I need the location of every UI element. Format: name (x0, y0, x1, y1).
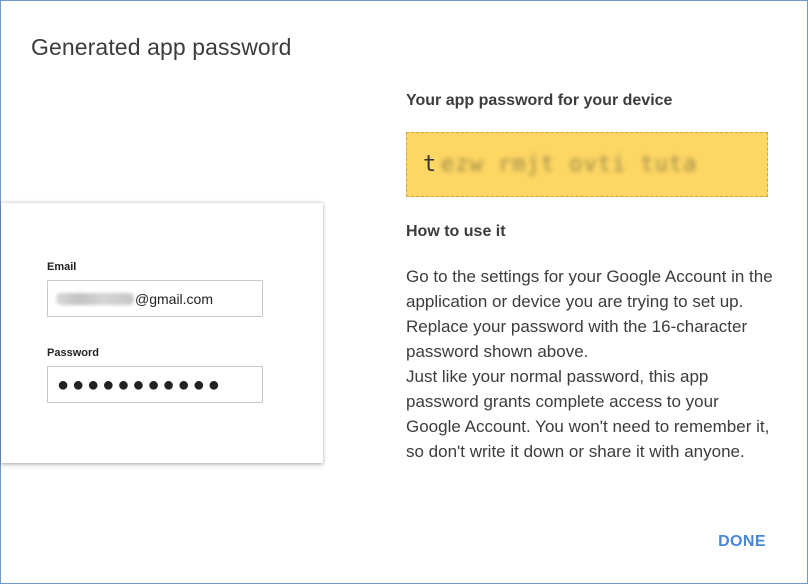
instructions-paragraph-1: Go to the settings for your Google Accou… (406, 267, 773, 361)
password-dots: ●●●●●●●●●●● (57, 374, 223, 396)
email-field: @gmail.com (47, 280, 263, 317)
done-button[interactable]: DONE (711, 530, 773, 554)
app-password-obscured: ezw rmjt ovti tuta (441, 152, 698, 177)
app-password-heading: Your app password for your device (406, 92, 673, 109)
how-to-heading: How to use it (406, 223, 506, 240)
dialog-title: Generated app password (31, 34, 292, 60)
app-password-first-char: t (423, 152, 437, 177)
instructions-paragraph-2: Just like your normal password, this app… (406, 367, 770, 461)
sign-in-illustration: Email @gmail.com Password ●●●●●●●●●●● (1, 202, 323, 463)
app-password-box[interactable]: t ezw rmjt ovti tuta (406, 132, 768, 197)
email-suffix: @gmail.com (135, 291, 214, 307)
password-label: Password (47, 347, 99, 359)
password-field: ●●●●●●●●●●● (47, 366, 263, 403)
email-value: @gmail.com (56, 291, 213, 307)
app-password-dialog: Generated app password Email @gmail.com … (0, 0, 808, 584)
instructions-text: Go to the settings for your Google Accou… (406, 264, 776, 464)
redacted-username (56, 293, 134, 305)
email-label: Email (47, 261, 77, 273)
